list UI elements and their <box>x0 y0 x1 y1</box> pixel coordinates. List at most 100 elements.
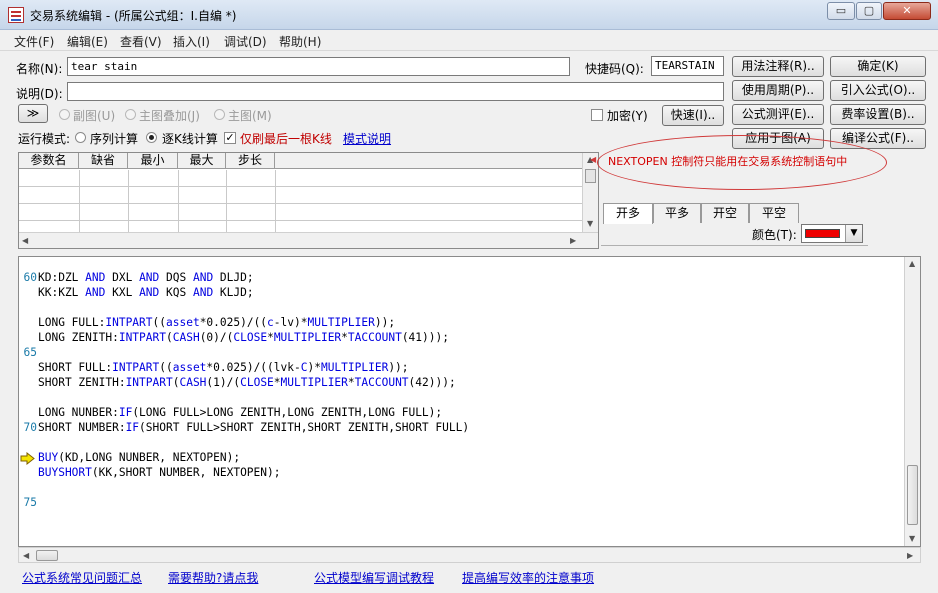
shortcut-label: 快捷码(Q): <box>585 62 644 76</box>
code-line[interactable]: LONG NUNBER:IF(LONG FULL>LONG ZENITH,LON… <box>19 406 905 421</box>
color-picker[interactable]: ▼ <box>801 224 863 243</box>
tab-open-long[interactable]: 开多 <box>603 203 653 224</box>
editor-horizontal-scrollbar[interactable]: ◀ ▶ <box>18 547 921 563</box>
window-title: 交易系统编辑 - (所属公式组：I.自编 *) <box>30 9 237 23</box>
scroll-right-icon[interactable]: ▶ <box>907 551 913 560</box>
use-period-button[interactable]: 使用周期(P).. <box>732 80 824 101</box>
scroll-thumb[interactable] <box>36 550 58 561</box>
code-line[interactable]: SHORT FULL:INTPART((asset*0.025)/((lvk-C… <box>19 361 905 376</box>
scroll-left-icon[interactable]: ◀ <box>23 551 29 560</box>
code-text: LONG ZENITH:INTPART(CASH(0)/(CLOSE*MULTI… <box>38 331 449 344</box>
import-formula-button[interactable]: 引入公式(O).. <box>830 80 926 101</box>
encrypt-label: 加密(Y) <box>607 109 648 123</box>
menu-help[interactable]: 帮助(H) <box>279 33 321 50</box>
column-divider <box>128 170 129 232</box>
scroll-down-icon[interactable]: ▼ <box>587 219 593 228</box>
column-header[interactable]: 缺省 <box>79 153 128 169</box>
column-header[interactable]: 步长 <box>226 153 275 169</box>
code-text: BUYSHORT(KK,SHORT NUMBER, NEXTOPEN); <box>38 466 281 479</box>
radio-main-overlay[interactable] <box>125 109 136 120</box>
editor-vertical-scrollbar[interactable]: ▲ ▼ <box>904 257 920 546</box>
code-text: LONG FULL:INTPART((asset*0.025)/((c-lv)*… <box>38 316 396 329</box>
description-label: 说明(D): <box>16 87 63 101</box>
tutorial-link[interactable]: 公式模型编写调试教程 <box>314 569 434 586</box>
expand-button[interactable]: ≫ <box>18 104 48 123</box>
column-header[interactable]: 最小 <box>128 153 178 169</box>
code-line[interactable]: LONG FULL:INTPART((asset*0.025)/((c-lv)*… <box>19 316 905 331</box>
table-row[interactable] <box>19 204 584 221</box>
code-line[interactable]: SHORT ZENITH:INTPART(CASH(1)/(CLOSE*MULT… <box>19 376 905 391</box>
encrypt-checkbox[interactable] <box>591 109 603 121</box>
name-input[interactable]: tear stain <box>67 57 570 76</box>
scroll-up-icon[interactable]: ▲ <box>909 259 915 268</box>
code-text: BUY(KD,LONG NUNBER, NEXTOPEN); <box>38 451 241 464</box>
table-row[interactable] <box>19 170 584 187</box>
minimize-button[interactable]: ▭ <box>827 2 855 20</box>
parameter-table-horizontal-scrollbar[interactable]: ◀ ▶ <box>19 232 598 248</box>
code-text: LONG NUNBER:IF(LONG FULL>LONG ZENITH,LON… <box>38 406 443 419</box>
help-link[interactable]: 需要帮助?请点我 <box>168 569 258 586</box>
mode-help-link[interactable]: 模式说明 <box>343 130 391 147</box>
menu-file[interactable]: 文件(F) <box>14 33 54 50</box>
scroll-thumb[interactable] <box>907 465 918 525</box>
radio-sub-chart[interactable] <box>59 109 70 120</box>
scroll-down-icon[interactable]: ▼ <box>909 534 915 543</box>
tab-close-long[interactable]: 平多 <box>653 203 701 223</box>
code-editor[interactable]: 60 KD:DZL AND DXL AND DQS AND DLJD; KK:KZL… <box>18 256 921 547</box>
radio-series-calc-label: 序列计算 <box>90 132 139 146</box>
code-line[interactable]: KK:KZL AND KXL AND KQS AND KLJD; <box>19 286 905 301</box>
formula-test-button[interactable]: 公式测评(E).. <box>732 104 824 125</box>
name-label: 名称(N): <box>16 62 63 76</box>
code-text: SHORT FULL:INTPART((asset*0.025)/((lvk-C… <box>38 361 409 374</box>
menu-edit[interactable]: 编辑(E) <box>67 33 108 50</box>
efficiency-tips-link[interactable]: 提高编写效率的注意事项 <box>462 569 594 586</box>
menu-debug[interactable]: 调试(D) <box>224 33 267 50</box>
title-bar[interactable]: 交易系统编辑 - (所属公式组：I.自编 *) ▭ ▢ ✕ <box>0 0 938 30</box>
refresh-last-checkbox[interactable]: ✓ <box>224 132 236 144</box>
description-input[interactable] <box>67 82 724 101</box>
code-line[interactable]: 75 <box>19 496 905 511</box>
radio-series-calc[interactable] <box>75 132 86 143</box>
code-line[interactable]: LONG ZENITH:INTPART(CASH(0)/(CLOSE*MULTI… <box>19 331 905 346</box>
shortcut-input[interactable]: TEARSTAIN <box>651 56 724 76</box>
scroll-left-icon[interactable]: ◀ <box>22 236 28 245</box>
close-button[interactable]: ✕ <box>883 2 931 20</box>
code-text: KD:DZL AND DXL AND DQS AND DLJD; <box>38 271 254 284</box>
parameter-table-vertical-scrollbar[interactable]: ▲ ▼ <box>582 153 598 233</box>
code-line[interactable] <box>19 301 905 316</box>
faq-link[interactable]: 公式系统常见问题汇总 <box>22 569 142 586</box>
code-line[interactable]: BUYSHORT(KK,SHORT NUMBER, NEXTOPEN); <box>19 466 905 481</box>
scroll-right-icon[interactable]: ▶ <box>570 236 576 245</box>
code-line[interactable] <box>19 481 905 496</box>
radio-main-overlay-label: 主图叠加(J) <box>139 109 200 123</box>
scroll-thumb[interactable] <box>585 169 596 183</box>
code-line[interactable]: 60 KD:DZL AND DXL AND DQS AND DLJD; <box>19 271 905 286</box>
maximize-button[interactable]: ▢ <box>856 2 882 20</box>
chevron-down-icon[interactable]: ▼ <box>845 225 862 242</box>
table-row[interactable] <box>19 187 584 204</box>
radio-main-chart[interactable] <box>214 109 225 120</box>
column-header[interactable]: 最大 <box>178 153 226 169</box>
code-line[interactable]: 70 SHORT NUMBER:IF(SHORT FULL>SHORT ZENIT… <box>19 421 905 436</box>
quick-button[interactable]: 快速(I).. <box>662 105 724 126</box>
menu-view[interactable]: 查看(V) <box>120 33 162 50</box>
app-icon <box>8 7 24 23</box>
tab-open-short[interactable]: 开空 <box>701 203 749 223</box>
column-divider <box>275 170 276 232</box>
radio-per-bar-calc[interactable] <box>146 132 157 143</box>
radio-sub-chart-label: 副图(U) <box>73 109 116 123</box>
color-swatch <box>805 229 840 238</box>
fee-settings-button[interactable]: 费率设置(B).. <box>830 104 926 125</box>
code-line[interactable]: BUY(KD,LONG NUNBER, NEXTOPEN); <box>19 451 905 466</box>
confirm-button[interactable]: 确定(K) <box>830 56 926 77</box>
code-line[interactable]: 65 <box>19 346 905 361</box>
parameter-table[interactable]: 参数名 缺省 最小 最大 步长 ▲ ▼ ◀ ▶ <box>18 152 599 249</box>
code-line[interactable] <box>19 391 905 406</box>
tab-close-short[interactable]: 平空 <box>749 203 799 223</box>
code-line[interactable] <box>19 436 905 451</box>
divider <box>601 245 868 246</box>
column-header[interactable]: 参数名 <box>19 153 79 169</box>
usage-notes-button[interactable]: 用法注释(R).. <box>732 56 824 77</box>
code-text: SHORT ZENITH:INTPART(CASH(1)/(CLOSE*MULT… <box>38 376 456 389</box>
menu-insert[interactable]: 插入(I) <box>173 33 210 50</box>
